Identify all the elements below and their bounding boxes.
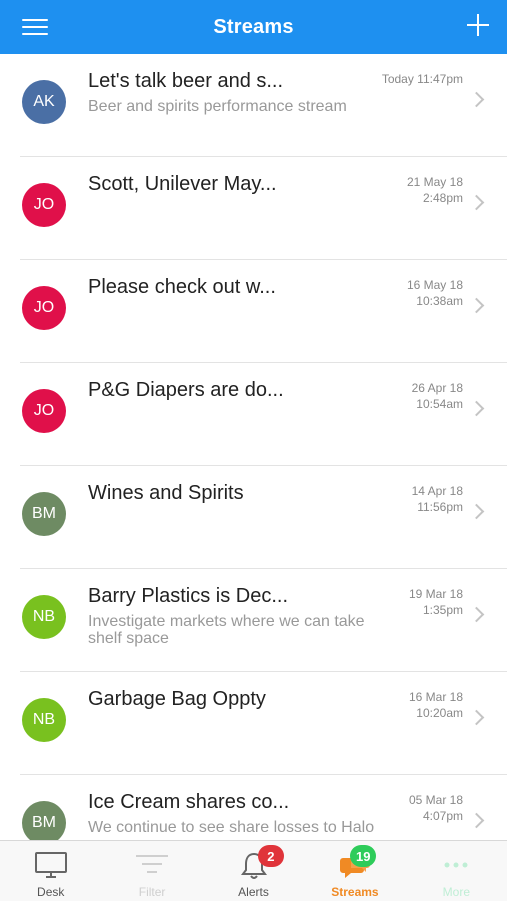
stream-timestamp: 05 Mar 18 4:07pm <box>409 792 463 824</box>
streams-badge: 19 <box>350 845 377 867</box>
chevron-right-icon <box>468 297 485 314</box>
stream-time: 10:38am <box>416 294 463 308</box>
more-dots-icon <box>444 862 468 868</box>
chevron-right-icon <box>468 606 485 623</box>
stream-row[interactable]: BM Ice Cream shares co... We continue to s… <box>20 775 507 840</box>
stream-title: Barry Plastics is Dec... <box>88 585 289 607</box>
stream-date: 16 Mar 18 <box>408 690 463 704</box>
stream-date: 14 Apr 18 <box>411 484 463 498</box>
stream-time: 11:56pm <box>417 500 463 514</box>
stream-title: Ice Cream shares co... <box>88 791 290 813</box>
avatar: NB <box>22 698 66 742</box>
alerts-badge: 2 <box>257 845 284 867</box>
stream-row[interactable]: BM Wines and Spirits 14 Apr 18 11:56pm <box>20 466 507 569</box>
stream-title: Garbage Bag Oppty <box>88 688 266 710</box>
tab-more-label: More <box>442 885 470 899</box>
avatar: NB <box>22 595 66 639</box>
stream-timestamp: 26 Apr 18 10:54am <box>412 380 463 412</box>
tab-alerts[interactable]: 2 Alerts <box>203 841 304 901</box>
tab-alerts-label: Alerts <box>238 885 269 899</box>
tab-desk[interactable]: Desk <box>0 841 101 901</box>
stream-title: Scott, Unilever May... <box>88 173 277 195</box>
stream-timestamp: 16 May 18 10:38am <box>407 277 463 309</box>
stream-date: 16 May 18 <box>406 278 463 292</box>
stream-row[interactable]: AK Let's talk beer and s... Beer and spiri… <box>20 54 507 157</box>
filter-icon <box>136 855 169 873</box>
stream-date: 19 Mar 18 <box>408 587 463 601</box>
stream-title: P&G Diapers are do... <box>88 379 284 401</box>
chevron-right-icon <box>468 400 485 417</box>
stream-date: Today 11:47pm <box>381 72 463 86</box>
tab-filter[interactable]: Filter <box>101 841 202 901</box>
stream-subtitle: We continue to see share losses to Halo <box>88 819 375 836</box>
stream-time: 4:07pm <box>422 809 463 823</box>
stream-row[interactable]: NB Garbage Bag Oppty 16 Mar 18 10:20am <box>20 672 507 775</box>
chevron-right-icon <box>468 812 485 829</box>
tab-desk-label: Desk <box>37 885 65 899</box>
stream-time: 10:54am <box>416 397 463 411</box>
stream-timestamp: 16 Mar 18 10:20am <box>409 689 463 721</box>
stream-row[interactable]: JO Scott, Unilever May... 21 May 18 2:48pm <box>20 157 507 260</box>
page-title: Streams <box>213 15 294 38</box>
chevron-right-icon <box>468 503 485 520</box>
stream-list: AK Let's talk beer and s... Beer and spiri… <box>0 54 507 840</box>
chevron-right-icon <box>468 194 485 211</box>
stream-time: 10:20am <box>416 706 463 720</box>
avatar: JO <box>22 286 66 330</box>
hamburger-menu-icon[interactable] <box>22 19 48 36</box>
avatar: JO <box>22 183 66 227</box>
plus-icon[interactable] <box>467 14 489 36</box>
stream-timestamp: 14 Apr 18 11:56pm <box>412 483 463 515</box>
avatar: BM <box>22 492 66 536</box>
tab-streams[interactable]: 19 Streams <box>304 841 405 901</box>
stream-date: 26 Apr 18 <box>411 381 463 395</box>
tab-bar: Desk Filter 2 Alerts 19 Streams More <box>0 840 507 901</box>
monitor-icon <box>34 852 67 878</box>
stream-date: 21 May 18 <box>406 175 463 189</box>
stream-subtitle: Investigate markets where we can take sh… <box>88 613 365 647</box>
stream-row[interactable]: JO P&G Diapers are do... 26 Apr 18 10:54am <box>20 363 507 466</box>
tab-filter-label: Filter <box>138 885 166 899</box>
stream-row[interactable]: NB Barry Plastics is Dec... Investigate ma… <box>20 569 507 672</box>
stream-timestamp: Today 11:47pm <box>382 71 463 87</box>
tab-streams-label: Streams <box>331 885 379 899</box>
stream-timestamp: 21 May 18 2:48pm <box>407 174 463 206</box>
avatar: AK <box>22 80 66 124</box>
avatar: BM <box>22 801 66 840</box>
stream-time: 1:35pm <box>422 603 463 617</box>
stream-title: Wines and Spirits <box>88 482 244 504</box>
stream-row[interactable]: JO Please check out w... 16 May 18 10:38am <box>20 260 507 363</box>
chevron-right-icon <box>468 709 485 726</box>
stream-time: 2:48pm <box>422 191 463 205</box>
chevron-right-icon <box>468 91 485 108</box>
stream-title: Let's talk beer and s... <box>88 70 284 92</box>
stream-timestamp: 19 Mar 18 1:35pm <box>409 586 463 618</box>
stream-subtitle: Beer and spirits performance stream <box>88 98 347 115</box>
stream-title: Please check out w... <box>88 276 276 298</box>
avatar: JO <box>22 389 66 433</box>
app-header: Streams <box>0 0 507 54</box>
stream-date: 05 Mar 18 <box>408 793 463 807</box>
tab-more[interactable]: More <box>406 841 507 901</box>
